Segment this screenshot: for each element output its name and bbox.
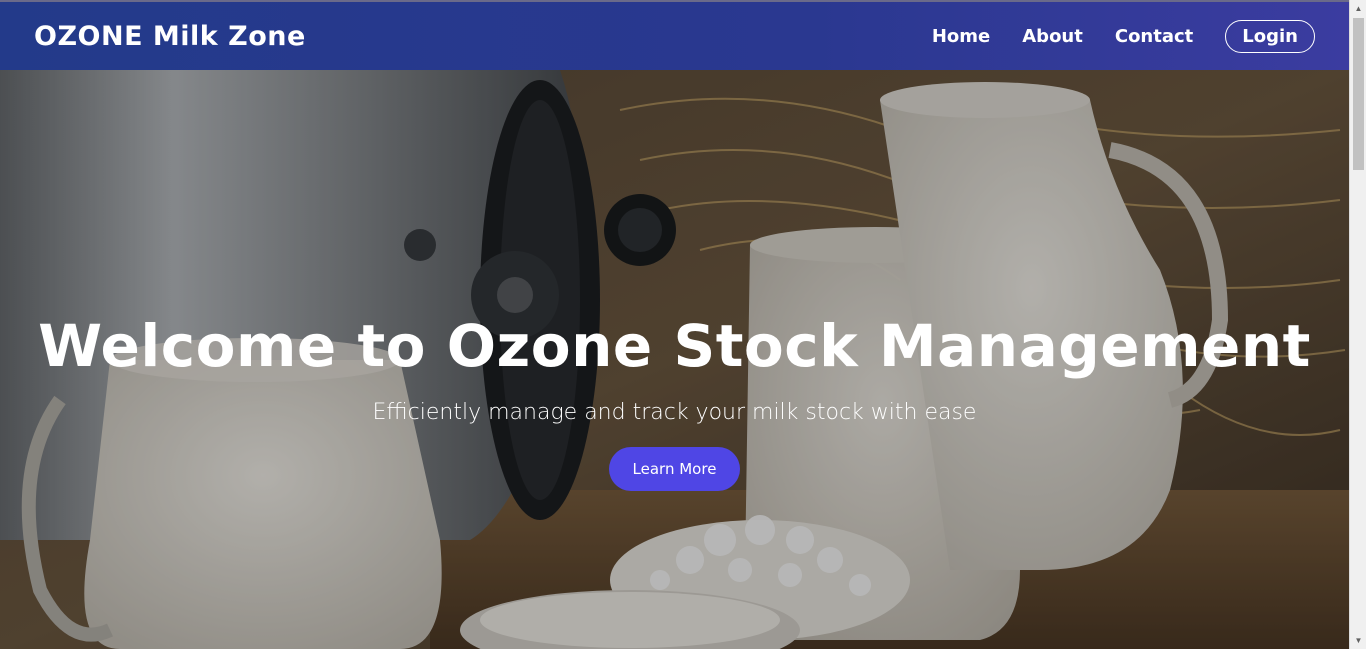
hero-section: Welcome to Ozone Stock Management Effici… [0,70,1349,649]
vertical-scrollbar[interactable]: ▲ ▼ [1349,0,1366,649]
nav-about-link[interactable]: About [1022,26,1083,47]
navbar: OZONE Milk Zone Home About Contact Login [0,0,1349,70]
hero-title: Welcome to Ozone Stock Management [38,312,1311,380]
nav-links: Home About Contact Login [900,19,1315,53]
nav-contact-link[interactable]: Contact [1115,26,1193,47]
scroll-down-icon[interactable]: ▼ [1350,632,1366,649]
scroll-up-icon[interactable]: ▲ [1350,0,1366,17]
brand-logo-text[interactable]: OZONE Milk Zone [34,21,306,52]
page-viewport: OZONE Milk Zone Home About Contact Login [0,0,1349,649]
scrollbar-thumb[interactable] [1353,18,1364,170]
nav-home-link[interactable]: Home [932,26,990,47]
nav-login-button[interactable]: Login [1225,19,1315,53]
learn-more-button[interactable]: Learn More [608,447,741,491]
hero-subtitle: Efficiently manage and track your milk s… [372,400,977,425]
hero-content: Welcome to Ozone Stock Management Effici… [0,312,1349,491]
